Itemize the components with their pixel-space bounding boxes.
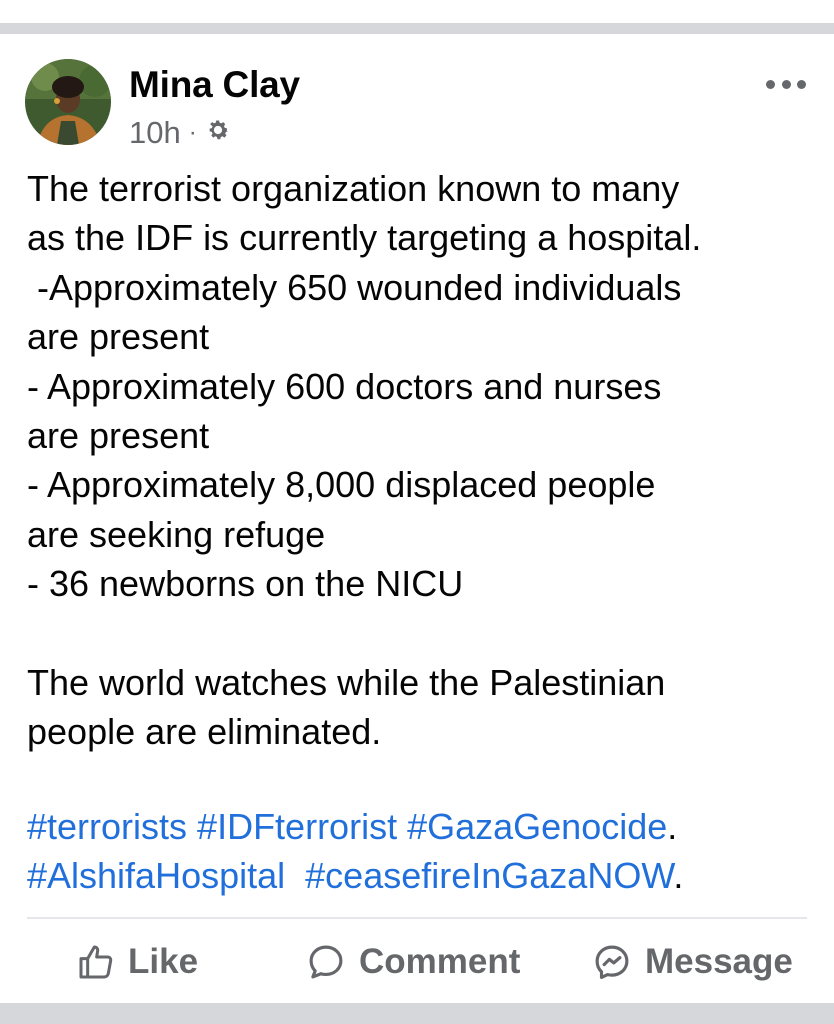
- avatar[interactable]: [25, 59, 111, 145]
- thumbs-up-icon: [79, 945, 113, 979]
- post-text-line: - Approximately 600 doctors and nurses: [27, 365, 662, 407]
- message-label: Message: [645, 942, 793, 981]
- avatar-photo: [25, 59, 111, 145]
- hashtag-suffix: .: [673, 855, 684, 897]
- hashtag-link[interactable]: #AlshifaHospital: [27, 855, 285, 896]
- comment-bubble-icon: [309, 945, 343, 979]
- post-text-line: -Approximately 650 wounded individuals: [27, 266, 682, 308]
- post-timestamp[interactable]: 10h: [129, 115, 181, 151]
- post-text-line: - Approximately 8,000 displaced people: [27, 464, 656, 506]
- comment-label: Comment: [359, 942, 521, 981]
- message-button[interactable]: Message: [591, 936, 793, 988]
- hashtag-suffix: .: [667, 806, 678, 847]
- hashtag-link[interactable]: #ceasefireInGazaNOW: [305, 855, 673, 896]
- more-options-icon[interactable]: [766, 76, 806, 92]
- gear-icon: [205, 115, 231, 151]
- post-text-line: are present: [27, 415, 210, 457]
- post-text-line: are seeking refuge: [27, 513, 326, 555]
- messenger-icon: [595, 945, 629, 979]
- post-text-line: people are eliminated.: [27, 711, 382, 753]
- comment-button[interactable]: Comment: [305, 936, 520, 988]
- post-text-line: The world watches while the Palestinian: [27, 662, 666, 704]
- post-text-line: [27, 609, 817, 658]
- hashtag-link[interactable]: #terrorists: [27, 806, 187, 847]
- divider: [27, 917, 807, 919]
- post-text-line: as the IDF is currently targeting a hosp…: [27, 217, 702, 259]
- post-text-line: The terrorist organization known to many: [27, 168, 680, 209]
- post-hashtags: #terrorists #IDFterrorist #GazaGenocide.…: [27, 802, 817, 901]
- post-card: Mina Clay 10h · The terrorist organizati…: [0, 34, 834, 1003]
- feed-separator-bottom: [0, 1003, 834, 1024]
- post-text-line: are present: [27, 316, 210, 358]
- hashtag-link[interactable]: #GazaGenocide: [407, 806, 667, 847]
- meta-separator: ·: [188, 119, 197, 146]
- post-text-line: - 36 newborns on the NICU: [27, 563, 464, 605]
- feed-separator-top: [0, 0, 834, 34]
- post-meta: 10h ·: [129, 115, 231, 151]
- hashtag-line: #terrorists #IDFterrorist #GazaGenocide.: [27, 802, 817, 851]
- post-actions-bar: Like Comment Message: [0, 936, 834, 988]
- hashtag-line: #AlshifaHospital #ceasefireInGazaNOW.: [27, 851, 817, 900]
- post-author-name[interactable]: Mina Clay: [129, 64, 300, 106]
- like-label: Like: [128, 942, 199, 981]
- hashtag-link[interactable]: #IDFterrorist: [197, 806, 397, 847]
- post-body: The terrorist organization known to many…: [27, 164, 817, 757]
- like-button[interactable]: Like: [76, 936, 198, 988]
